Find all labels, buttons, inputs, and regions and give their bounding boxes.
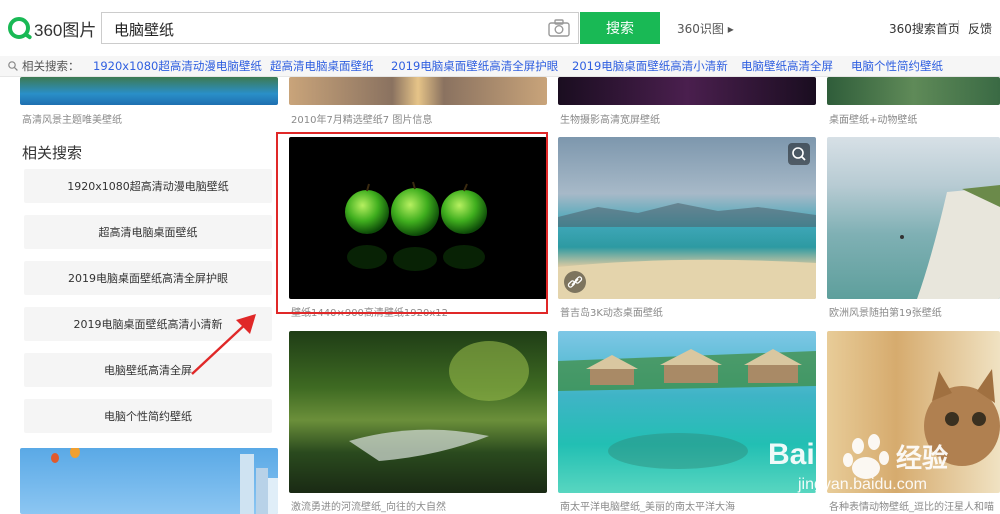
camera-icon[interactable] <box>548 19 570 37</box>
sidebar-title: 相关搜索 <box>22 144 83 162</box>
image-caption[interactable]: 南太平洋电脑壁纸_美丽的南太平洋大海 <box>560 498 735 513</box>
wallpaper-thumbnail-cliff[interactable] <box>827 137 1000 299</box>
link-icon[interactable] <box>564 271 586 293</box>
logo-ring-icon <box>8 17 30 39</box>
sidebar-related-item[interactable]: 电脑个性简约壁纸 <box>24 399 272 433</box>
header: 360图片 搜索 360识图 ▸ 360搜索首页 反馈 <box>0 0 1000 56</box>
wallpaper-thumbnail-beach[interactable] <box>558 137 816 299</box>
logo-text: 360图片 <box>34 20 97 40</box>
annotation-arrow-icon <box>191 314 256 375</box>
sidebar-related-item[interactable]: 超高清电脑桌面壁纸 <box>24 215 272 249</box>
river-illustration <box>349 341 529 461</box>
feedback-link[interactable]: 反馈 <box>968 20 992 37</box>
search-box <box>101 12 579 44</box>
sidebar-related-item[interactable]: 1920x1080超高清动漫电脑壁纸 <box>24 169 272 203</box>
search-icon <box>8 61 18 71</box>
image-caption[interactable]: 高清风景主题唯美壁纸 <box>22 111 122 126</box>
wallpaper-thumbnail[interactable] <box>827 77 1000 105</box>
beach-illustration <box>558 203 816 299</box>
watermark-brand: Bai <box>768 438 815 471</box>
related-link[interactable]: 超高清电脑桌面壁纸 <box>270 58 374 74</box>
watermark-brand-jingyan: 经验 <box>896 444 949 474</box>
related-link[interactable]: 2019电脑桌面壁纸高清小清新 <box>572 58 728 74</box>
logo[interactable]: 360图片 <box>8 14 100 42</box>
image-caption[interactable]: 生物摄影高清宽屏壁纸 <box>560 111 660 126</box>
image-caption[interactable]: 激流勇进的河流壁纸_向往的大自然 <box>291 498 446 513</box>
related-link[interactable]: 电脑个性简约壁纸 <box>851 58 943 74</box>
image-caption[interactable]: 2010年7月精选壁纸7 图片信息 <box>291 111 432 126</box>
image-caption[interactable]: 欧洲风景随拍第19张壁纸 <box>829 304 942 319</box>
balloons-illustration <box>51 448 278 514</box>
wallpaper-thumbnail[interactable] <box>20 77 278 105</box>
search-button[interactable]: 搜索 <box>580 12 660 44</box>
related-link[interactable]: 2019电脑桌面壁纸高清全屏护眼 <box>391 58 558 74</box>
search-input[interactable] <box>112 17 536 41</box>
sidebar-promo-image[interactable] <box>20 448 278 514</box>
wallpaper-thumbnail-river[interactable] <box>289 331 547 493</box>
image-caption[interactable]: 普吉岛3K动态桌面壁纸 <box>560 304 663 319</box>
cliff-illustration <box>900 185 1000 299</box>
wallpaper-thumbnail[interactable] <box>289 77 547 105</box>
sidebar-related-item[interactable]: 2019电脑桌面壁纸高清全屏护眼 <box>24 261 272 295</box>
related-search-bar: 相关搜索： 1920x1080超高清动漫电脑壁纸 超高清电脑桌面壁纸 2019电… <box>0 56 1000 77</box>
related-link[interactable]: 电脑壁纸高清全屏 <box>741 58 833 74</box>
image-caption[interactable]: 桌面壁纸+动物壁纸 <box>829 111 917 126</box>
search-home-link[interactable]: 360搜索首页 <box>889 20 960 37</box>
watermark-url: jingyan.baidu.com <box>798 476 927 493</box>
image-recognition-link[interactable]: 360识图 ▸ <box>677 20 734 37</box>
related-link[interactable]: 1920x1080超高清动漫电脑壁纸 <box>93 58 262 74</box>
baidu-jingyan-watermark: Bai 经验 jingyan.baidu.com <box>768 432 1000 514</box>
wallpaper-thumbnail[interactable] <box>558 77 816 105</box>
highlight-box <box>276 132 548 314</box>
zoom-icon[interactable] <box>788 143 810 165</box>
header-divider <box>958 20 959 34</box>
related-search-label: 相关搜索： <box>22 59 80 73</box>
